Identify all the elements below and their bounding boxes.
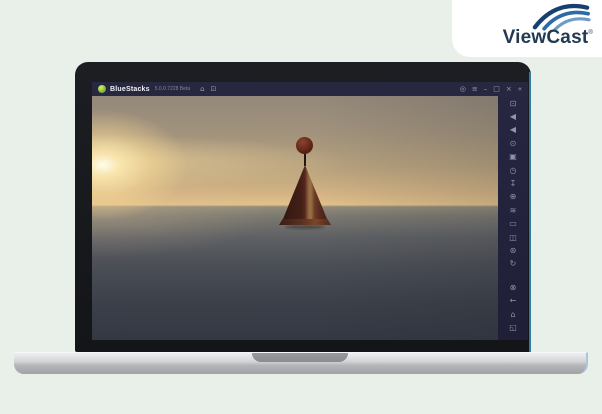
menu-icon[interactable]: ≡	[472, 85, 478, 93]
shake-icon[interactable]: ≋	[498, 204, 528, 217]
volume-up-icon[interactable]: ◀	[498, 110, 528, 123]
multitask-icon[interactable]: ⊡	[211, 85, 217, 93]
screenshot-icon[interactable]: ⊙	[498, 137, 528, 150]
home-icon[interactable]: ⌂	[200, 85, 204, 93]
laptop-bezel: BlueStacks 5.0.0.7228 Beta ⌂ ⊡ ◎ ≡ – □ × «	[75, 62, 531, 352]
app-version: 5.0.0.7228 Beta	[154, 86, 191, 92]
clock-icon[interactable]: ◷	[498, 164, 528, 177]
sidebar-tools: ⊡ ◀ ◀ ⊙ ▣ ◷ ↧ ⊕ ≋ ▭ ◫ ⊛ ↻ ⊗ ← ⌂ ◱	[498, 96, 528, 340]
recent-apps-icon[interactable]: ◱	[498, 321, 528, 334]
viewcast-logo-panel: ViewCast®	[452, 0, 602, 57]
android-home-icon[interactable]: ⌂	[498, 308, 528, 321]
brand-text: ViewCast	[502, 27, 589, 48]
titlebar-controls: ◎ ≡ – □ × «	[460, 85, 522, 93]
close-all-icon[interactable]: ⊗	[498, 281, 528, 294]
maximize-icon[interactable]: □	[493, 85, 500, 93]
buoy	[279, 137, 331, 229]
buoy-topmark-sphere	[296, 137, 313, 154]
collapse-sidebar-icon[interactable]: «	[518, 85, 522, 93]
brand-name: ViewCast®	[503, 27, 593, 49]
game-viewport[interactable]	[92, 96, 498, 340]
back-icon[interactable]: ←	[498, 294, 528, 307]
window-content: ⊡ ◀ ◀ ⊙ ▣ ◷ ↧ ⊕ ≋ ▭ ◫ ⊛ ↻ ⊗ ← ⌂ ◱	[92, 96, 528, 340]
registered-mark: ®	[588, 30, 593, 36]
buoy-base	[279, 219, 331, 225]
volume-down-icon[interactable]: ◀	[498, 124, 528, 137]
camera-icon[interactable]: ▣	[498, 151, 528, 164]
titlebar[interactable]: BlueStacks 5.0.0.7228 Beta ⌂ ⊡ ◎ ≡ – □ × «	[92, 82, 528, 96]
titlebar-shortcuts: ⌂ ⊡	[200, 85, 217, 93]
screen-edge-highlight	[529, 72, 531, 352]
fullscreen-icon[interactable]: ⊡	[498, 97, 528, 110]
globe-icon[interactable]: ⊛	[498, 244, 528, 257]
buoy-cone	[283, 165, 327, 219]
laptop-base	[14, 352, 588, 374]
bluestacks-window: BlueStacks 5.0.0.7228 Beta ⌂ ⊡ ◎ ≡ – □ × «	[92, 82, 528, 340]
install-apk-icon[interactable]: ↧	[498, 177, 528, 190]
laptop-notch	[252, 353, 348, 362]
minimize-icon[interactable]: –	[484, 85, 488, 93]
boost-icon[interactable]: ◎	[460, 85, 466, 93]
page-background: BlueStacks 5.0.0.7228 Beta ⌂ ⊡ ◎ ≡ – □ × «	[0, 0, 602, 414]
buoy-shadow	[285, 225, 325, 229]
close-icon[interactable]: ×	[506, 85, 512, 93]
buoy-pole	[304, 153, 306, 166]
app-name: BlueStacks	[110, 85, 150, 93]
game-controls-icon[interactable]: ⊕	[498, 191, 528, 204]
media-folder-icon[interactable]: ▭	[498, 218, 528, 231]
multi-instance-icon[interactable]: ◫	[498, 231, 528, 244]
bluestacks-logo-icon	[98, 85, 106, 93]
screen-record-icon[interactable]: ↻	[498, 258, 528, 271]
